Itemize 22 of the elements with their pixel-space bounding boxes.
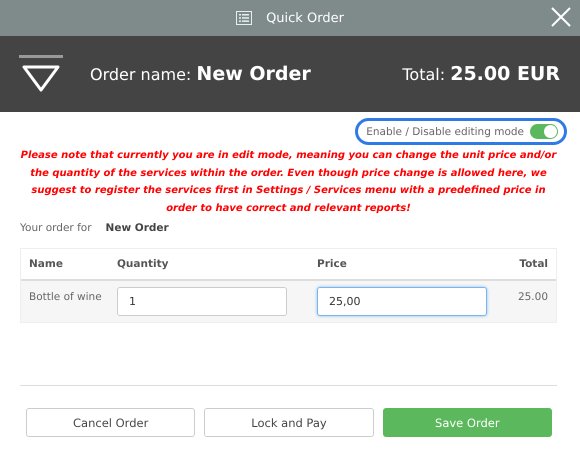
toggle-label: Enable / Disable editing mode — [366, 126, 524, 138]
quantity-field[interactable]: 1 — [117, 287, 287, 316]
column-header: Name — [29, 258, 64, 270]
table-cell-text: 25.00 — [516, 290, 548, 303]
secondary-button[interactable]: Lock and Pay — [204, 408, 374, 437]
price-field[interactable]: 25,00 — [317, 287, 487, 316]
order-for-name: New Order — [106, 222, 169, 234]
switch[interactable] — [530, 124, 558, 139]
order-for-label: Your order for — [20, 222, 92, 234]
edit-mode-warning: Please note that currently you are in edit mode, meaning you can change the unit price and/or the quantity of the services within the order. Even though price change is allowed here, we suggest to register the services first in Settings / Services menu with a predefined price in order to have correct and relevant reports! — [20, 149, 557, 216]
list-icon — [236, 11, 252, 25]
table-cell-text: Bottle of wine — [29, 290, 103, 303]
secondary-button[interactable]: Cancel Order — [26, 408, 196, 437]
editing-mode-toggle[interactable]: Enable / Disable editing mode — [355, 118, 567, 145]
dropdown-triangle-icon[interactable] — [18, 55, 64, 93]
window-title: Quick Order — [266, 10, 344, 26]
order-name: Order name: New Order — [90, 63, 312, 85]
column-header: Price — [317, 258, 348, 270]
order-total: Total: 25.00 EUR — [402, 63, 560, 85]
column-header: Total — [518, 258, 548, 270]
close-icon[interactable] — [550, 6, 572, 28]
column-header: Quantity — [117, 258, 170, 270]
